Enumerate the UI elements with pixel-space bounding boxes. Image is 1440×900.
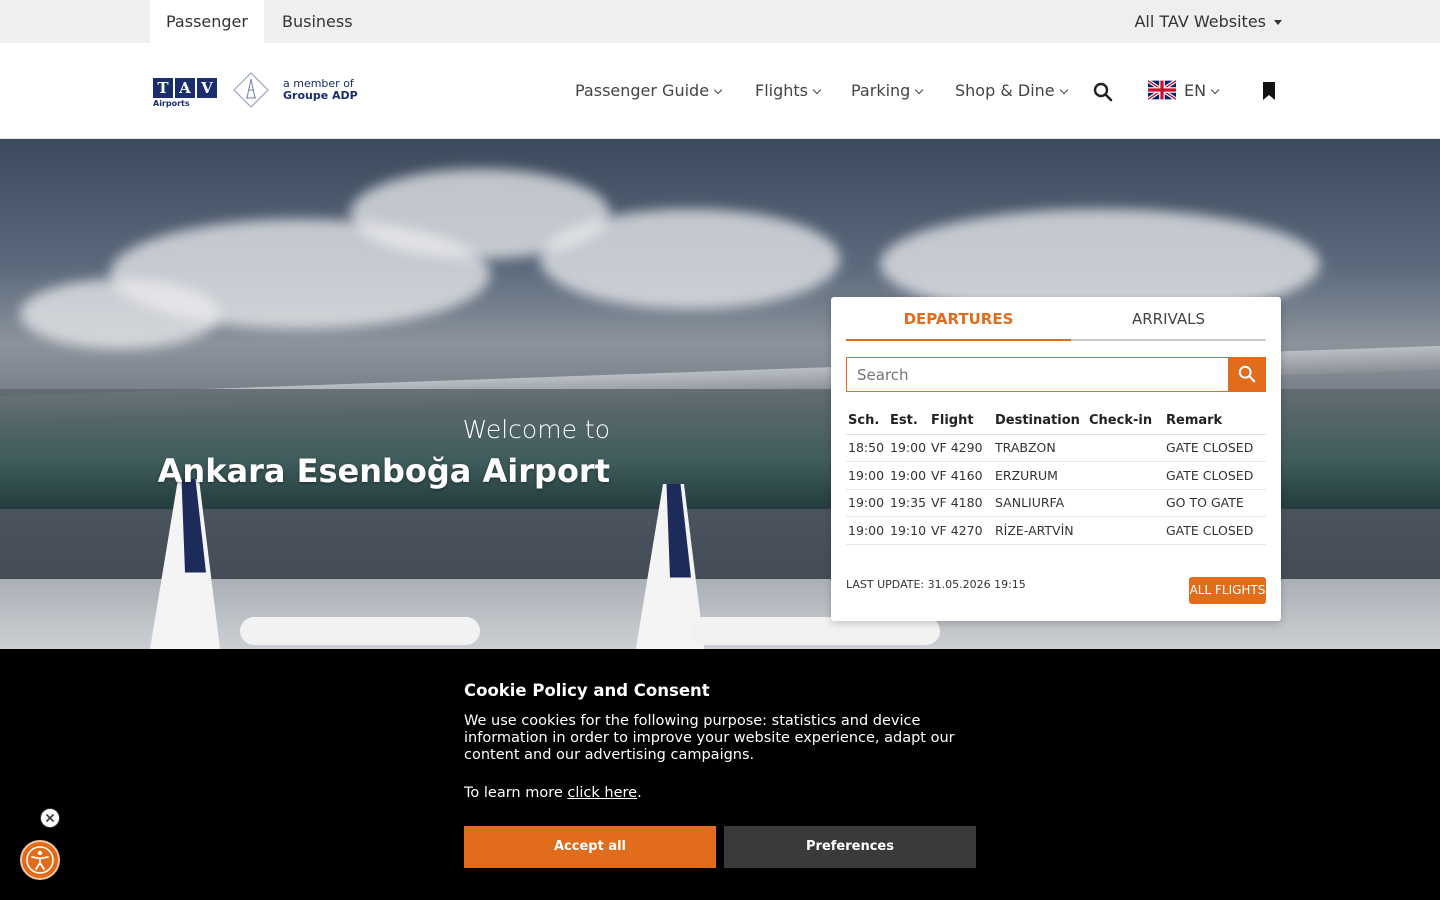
cell-flight: VF 4270 <box>929 516 993 545</box>
main-header: T A V Airports a member of Groupe ADP Pa… <box>0 43 1440 139</box>
cell-checkin <box>1087 516 1164 545</box>
table-row[interactable]: 19:00 19:35 VF 4180 SANLIURFA GO TO GATE <box>846 489 1266 517</box>
column-header: Flight <box>929 407 993 435</box>
uk-flag-icon <box>1148 79 1176 100</box>
column-header: Remark <box>1164 407 1266 435</box>
logo-subtitle: Airports <box>153 99 190 108</box>
flights-table: Sch. Est. Flight Destination Check-in Re… <box>846 407 1266 545</box>
groupe-adp-logo-icon <box>233 72 269 108</box>
language-selector[interactable]: EN <box>1148 43 1220 139</box>
nav-label: Parking <box>851 81 911 100</box>
preferences-button[interactable]: Preferences <box>724 826 976 868</box>
cloud-decoration <box>540 209 840 309</box>
column-header: Destination <box>993 407 1087 435</box>
search-icon[interactable] <box>1093 82 1113 102</box>
accept-all-button[interactable]: Accept all <box>464 826 716 868</box>
accessibility-button[interactable] <box>20 840 60 880</box>
chevron-down-icon <box>812 85 822 95</box>
caret-down-icon <box>1274 20 1282 25</box>
chevron-down-icon <box>713 85 723 95</box>
chevron-down-icon <box>1059 85 1068 95</box>
cell-est: 19:00 <box>888 461 929 490</box>
cell-destination: SANLIURFA <box>993 489 1087 517</box>
last-update-text: LAST UPDATE: 31.05.2026 19:15 <box>846 578 1026 591</box>
tab-departures[interactable]: DEPARTURES <box>846 297 1071 341</box>
table-row[interactable]: 18:50 19:00 VF 4290 TRABZON GATE CLOSED <box>846 434 1266 462</box>
learn-prefix: To learn more <box>464 785 568 801</box>
cell-destination: TRABZON <box>993 434 1087 462</box>
nav-flights[interactable]: Flights <box>755 43 822 139</box>
cell-remark: GATE CLOSED <box>1164 516 1266 545</box>
all-tav-websites-dropdown[interactable]: All TAV Websites <box>1134 0 1282 43</box>
aircraft-body <box>240 617 480 645</box>
tab-arrivals[interactable]: ARRIVALS <box>1071 297 1266 341</box>
column-header: Est. <box>888 407 929 435</box>
member-of-groupe-adp: a member of Groupe ADP <box>283 78 358 102</box>
cell-sch: 19:00 <box>846 461 888 490</box>
cookie-title: Cookie Policy and Consent <box>464 681 710 700</box>
cell-est: 19:00 <box>888 434 929 462</box>
cell-est: 19:10 <box>888 516 929 545</box>
language-label: EN <box>1184 81 1207 100</box>
flight-info-widget: DEPARTURES ARRIVALS Sch. Est. Flight Des… <box>831 297 1281 621</box>
cell-destination: RİZE-ARTVİN <box>993 516 1087 545</box>
cookie-description: We use cookies for the following purpose… <box>464 713 955 763</box>
logo-letter: V <box>197 78 217 98</box>
cell-est: 19:35 <box>888 489 929 517</box>
column-header: Sch. <box>846 407 888 435</box>
flight-search-button[interactable] <box>1228 357 1266 392</box>
chevron-down-icon <box>1210 85 1220 95</box>
all-tav-websites-label: All TAV Websites <box>1134 12 1266 31</box>
nav-label: Shop & Dine <box>955 81 1055 100</box>
cell-remark: GATE CLOSED <box>1164 461 1266 490</box>
cookie-consent-banner: Cookie Policy and Consent We use cookies… <box>0 649 1440 900</box>
tab-passenger[interactable]: Passenger <box>150 0 264 43</box>
nav-parking[interactable]: Parking <box>851 43 924 139</box>
welcome-text: Welcome to <box>462 415 610 444</box>
cell-remark: GO TO GATE <box>1164 489 1266 517</box>
tab-business[interactable]: Business <box>266 0 369 43</box>
logo-letter: A <box>175 78 195 98</box>
cell-sch: 18:50 <box>846 434 888 462</box>
click-here-link[interactable]: click here <box>567 785 637 801</box>
cell-destination: ERZURUM <box>993 461 1087 490</box>
aircraft-body <box>690 617 940 645</box>
all-flights-button[interactable]: ALL FLIGHTS <box>1189 577 1266 604</box>
cookie-learn-more: To learn more click here. <box>464 785 642 801</box>
bookmark-icon[interactable] <box>1262 82 1276 100</box>
tav-airports-logo[interactable]: T A V Airports <box>153 78 219 110</box>
cell-checkin <box>1087 461 1164 490</box>
cell-flight: VF 4290 <box>929 434 993 462</box>
accessibility-icon <box>26 846 54 874</box>
top-bar: Passenger Business All TAV Websites <box>0 0 1440 43</box>
learn-suffix: . <box>637 785 642 801</box>
cloud-decoration <box>20 279 220 349</box>
table-row[interactable]: 19:00 19:00 VF 4160 ERZURUM GATE CLOSED <box>846 461 1266 490</box>
chevron-down-icon <box>915 85 924 95</box>
flight-search-input[interactable] <box>846 357 1229 392</box>
nav-passenger-guide[interactable]: Passenger Guide <box>575 43 723 139</box>
search-icon <box>1238 365 1256 383</box>
nav-label: Passenger Guide <box>575 81 710 100</box>
cell-checkin <box>1087 489 1164 517</box>
nav-shop-dine[interactable]: Shop & Dine <box>955 43 1068 139</box>
close-icon[interactable] <box>40 808 60 828</box>
cell-flight: VF 4160 <box>929 461 993 490</box>
cell-remark: GATE CLOSED <box>1164 434 1266 462</box>
cell-sch: 19:00 <box>846 489 888 517</box>
airport-title: Ankara Esenboğa Airport <box>157 452 610 490</box>
column-header: Check-in <box>1087 407 1164 435</box>
table-header-row: Sch. Est. Flight Destination Check-in Re… <box>846 407 1266 435</box>
member-line2: Groupe ADP <box>283 89 358 102</box>
cell-checkin <box>1087 434 1164 462</box>
cell-sch: 19:00 <box>846 516 888 545</box>
nav-label: Flights <box>755 81 808 100</box>
cell-flight: VF 4180 <box>929 489 993 517</box>
logo-letter: T <box>153 78 173 98</box>
table-row[interactable]: 19:00 19:10 VF 4270 RİZE-ARTVİN GATE CLO… <box>846 516 1266 545</box>
